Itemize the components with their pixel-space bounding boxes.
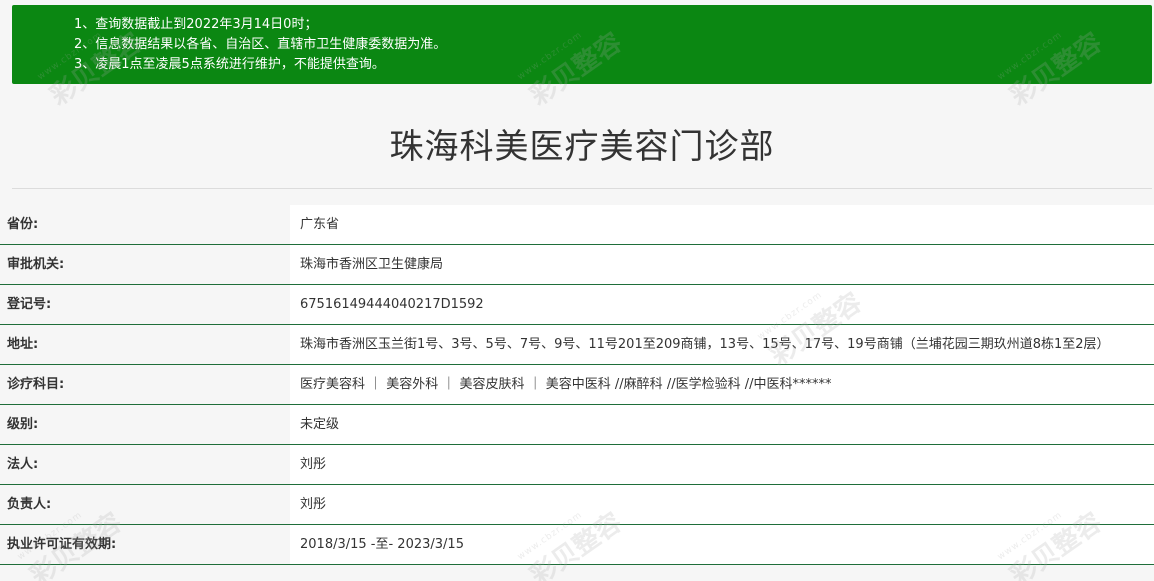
row-registration-number: 登记号: 67516149444040217D1592 bbox=[0, 285, 1154, 325]
row-value: 刘彤 bbox=[290, 485, 1154, 524]
row-label: 法人: bbox=[0, 445, 290, 484]
row-legal-person: 法人: 刘彤 bbox=[0, 445, 1154, 485]
row-value: 67516149444040217D1592 bbox=[290, 285, 1154, 324]
row-value: 珠海市香洲区卫生健康局 bbox=[290, 245, 1154, 284]
row-value: 未定级 bbox=[290, 405, 1154, 444]
row-province: 省份: 广东省 bbox=[0, 205, 1154, 245]
row-approval-authority: 审批机关: 珠海市香洲区卫生健康局 bbox=[0, 245, 1154, 285]
row-license-validity: 执业许可证有效期: 2018/3/15 -至- 2023/3/15 bbox=[0, 525, 1154, 565]
row-value: 珠海市香洲区玉兰街1号、3号、5号、7号、9号、11号201至209商铺，13号… bbox=[290, 325, 1154, 364]
notice-line-3: 3、凌晨1点至凌晨5点系统进行维护，不能提供查询。 bbox=[74, 57, 385, 72]
row-value: 2018/3/15 -至- 2023/3/15 bbox=[290, 525, 1154, 564]
notice-line-2: 2、信息数据结果以各省、自治区、直辖市卫生健康委数据为准。 bbox=[74, 37, 447, 52]
info-table: 省份: 广东省 审批机关: 珠海市香洲区卫生健康局 登记号: 675161494… bbox=[0, 205, 1154, 565]
row-label: 负责人: bbox=[0, 485, 290, 524]
row-address: 地址: 珠海市香洲区玉兰街1号、3号、5号、7号、9号、11号201至209商铺… bbox=[0, 325, 1154, 365]
row-label: 省份: bbox=[0, 205, 290, 244]
page-title: 珠海科美医疗美容门诊部 bbox=[389, 127, 775, 167]
page: 1、查询数据截止到2022年3月14日0时； 2、信息数据结果以各省、自治区、直… bbox=[0, 0, 1154, 581]
notice-line-1: 1、查询数据截止到2022年3月14日0时； bbox=[74, 17, 318, 32]
row-value: 刘彤 bbox=[290, 445, 1154, 484]
row-label: 执业许可证有效期: bbox=[0, 525, 290, 564]
row-value: 广东省 bbox=[290, 205, 1154, 244]
notice-banner: 1、查询数据截止到2022年3月14日0时； 2、信息数据结果以各省、自治区、直… bbox=[12, 5, 1152, 84]
row-value: 医疗美容科 ｜ 美容外科 ｜ 美容皮肤科 ｜ 美容中医科 //麻醉科 //医学检… bbox=[290, 365, 1154, 404]
row-clinical-subjects: 诊疗科目: 医疗美容科 ｜ 美容外科 ｜ 美容皮肤科 ｜ 美容中医科 //麻醉科… bbox=[0, 365, 1154, 405]
row-person-in-charge: 负责人: 刘彤 bbox=[0, 485, 1154, 525]
row-label: 审批机关: bbox=[0, 245, 290, 284]
row-label: 级别: bbox=[0, 405, 290, 444]
row-label: 诊疗科目: bbox=[0, 365, 290, 404]
row-label: 登记号: bbox=[0, 285, 290, 324]
row-level: 级别: 未定级 bbox=[0, 405, 1154, 445]
row-label: 地址: bbox=[0, 325, 290, 364]
title-divider bbox=[12, 188, 1152, 189]
